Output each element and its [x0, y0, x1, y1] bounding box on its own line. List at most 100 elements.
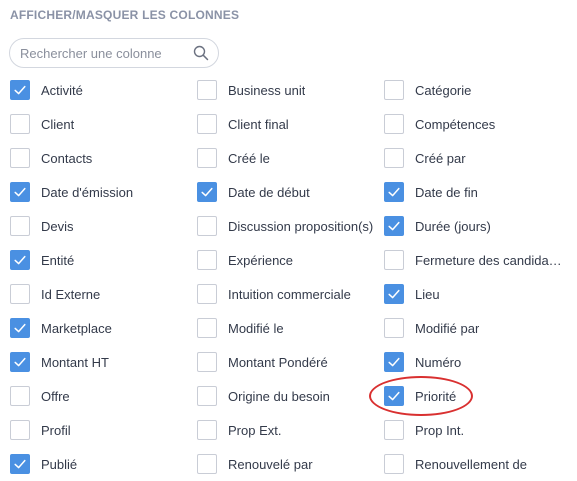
column-option-business-unit[interactable]: Business unit: [197, 78, 305, 102]
search-icon[interactable]: [193, 45, 209, 61]
column-option-date-de-fin[interactable]: Date de fin: [384, 180, 478, 204]
checkbox[interactable]: [384, 420, 404, 440]
checkbox-label: Montant HT: [41, 354, 109, 370]
checkbox-label: Date de fin: [415, 184, 478, 200]
checkbox[interactable]: [10, 352, 30, 372]
checkbox[interactable]: [197, 352, 217, 372]
checkbox[interactable]: [197, 284, 217, 304]
checkbox[interactable]: [10, 250, 30, 270]
column-option-lieu[interactable]: Lieu: [384, 282, 440, 306]
column-option-origine-du-besoin[interactable]: Origine du besoin: [197, 384, 330, 408]
checkbox[interactable]: [384, 182, 404, 202]
column-option-duree-jours[interactable]: Durée (jours): [384, 214, 491, 238]
checkbox[interactable]: [10, 386, 30, 406]
checkbox[interactable]: [10, 114, 30, 134]
checkbox[interactable]: [197, 80, 217, 100]
column-option-client[interactable]: Client: [10, 112, 74, 136]
column-option-modifie-par[interactable]: Modifié par: [384, 316, 479, 340]
checkbox[interactable]: [384, 216, 404, 236]
column-option-id-externe[interactable]: Id Externe: [10, 282, 100, 306]
column-option-date-de-debut[interactable]: Date de début: [197, 180, 310, 204]
column-option-client-final[interactable]: Client final: [197, 112, 289, 136]
checkbox[interactable]: [10, 454, 30, 474]
check-icon: [14, 85, 26, 95]
column-option-cree-le[interactable]: Créé le: [197, 146, 270, 170]
checkbox-label: Publié: [41, 456, 78, 472]
checkbox[interactable]: [197, 420, 217, 440]
checkbox[interactable]: [197, 318, 217, 338]
column-option-prop-ext[interactable]: Prop Ext.: [197, 418, 281, 442]
column-option-intuition-commerciale[interactable]: Intuition commerciale: [197, 282, 351, 306]
checkbox[interactable]: [197, 250, 217, 270]
checkbox-label: Modifié le: [228, 320, 284, 336]
check-icon: [388, 187, 400, 197]
checkbox[interactable]: [10, 216, 30, 236]
checkbox[interactable]: [197, 148, 217, 168]
column-option-modifie-le[interactable]: Modifié le: [197, 316, 284, 340]
column-option-marketplace[interactable]: Marketplace: [10, 316, 112, 340]
column-option-profil[interactable]: Profil: [10, 418, 71, 442]
check-icon: [201, 187, 213, 197]
checkbox[interactable]: [384, 352, 404, 372]
column-option-offre[interactable]: Offre: [10, 384, 70, 408]
check-icon: [14, 459, 26, 469]
checkbox[interactable]: [384, 318, 404, 338]
checkbox-label: Date de début: [228, 184, 310, 200]
checkbox[interactable]: [384, 114, 404, 134]
checkbox-label: Contacts: [41, 150, 93, 166]
checkbox-label: Durée (jours): [415, 218, 491, 234]
column-option-contacts[interactable]: Contacts: [10, 146, 92, 170]
checkbox-label: Id Externe: [41, 286, 101, 302]
column-option-priorite[interactable]: Priorité: [384, 384, 456, 408]
column-option-categorie[interactable]: Catégorie: [384, 78, 471, 102]
column-option-cree-par[interactable]: Créé par: [384, 146, 466, 170]
column-option-experience[interactable]: Expérience: [197, 248, 293, 272]
checkbox[interactable]: [10, 284, 30, 304]
column-option-publie[interactable]: Publié: [10, 452, 77, 476]
checkbox[interactable]: [384, 454, 404, 474]
checkbox-label: Business unit: [228, 82, 306, 98]
checkbox[interactable]: [197, 454, 217, 474]
column-option-renouvele-par[interactable]: Renouvelé par: [197, 452, 313, 476]
checkbox[interactable]: [197, 386, 217, 406]
column-option-activite[interactable]: Activité: [10, 78, 83, 102]
checkbox-label: Modifié par: [415, 320, 480, 336]
checkbox[interactable]: [10, 318, 30, 338]
checkbox[interactable]: [10, 148, 30, 168]
checkbox[interactable]: [384, 284, 404, 304]
checkbox-label: Offre: [41, 388, 70, 404]
checkbox[interactable]: [10, 420, 30, 440]
checkbox-label: Client: [41, 116, 75, 132]
checkbox-label: Montant Pondéré: [228, 354, 328, 370]
checkbox-label: Priorité: [415, 388, 457, 404]
checkbox-label: Créé par: [415, 150, 466, 166]
column-option-montant-ht[interactable]: Montant HT: [10, 350, 109, 374]
checkbox-label: Renouvelé par: [228, 456, 313, 472]
checkbox-label: Discussion proposition(s): [228, 218, 374, 234]
column-option-renouvellement-de[interactable]: Renouvellement de: [384, 452, 527, 476]
column-option-prop-int[interactable]: Prop Int.: [384, 418, 464, 442]
search-box[interactable]: [9, 38, 219, 68]
checkbox[interactable]: [197, 182, 217, 202]
checkbox[interactable]: [384, 386, 404, 406]
column-option-montant-pondere[interactable]: Montant Pondéré: [197, 350, 328, 374]
checkbox[interactable]: [197, 114, 217, 134]
check-icon: [14, 255, 26, 265]
search-input[interactable]: [20, 39, 185, 67]
checkbox[interactable]: [384, 80, 404, 100]
column-option-date-d-emission[interactable]: Date d'émission: [10, 180, 133, 204]
column-option-discussion-proposition-s[interactable]: Discussion proposition(s): [197, 214, 373, 238]
column-option-competences[interactable]: Compétences: [384, 112, 495, 136]
checkbox[interactable]: [384, 148, 404, 168]
column-option-devis[interactable]: Devis: [10, 214, 74, 238]
checkbox[interactable]: [384, 250, 404, 270]
check-icon: [388, 357, 400, 367]
checkbox-label: Lieu: [415, 286, 440, 302]
column-option-fermeture-des-candida[interactable]: Fermeture des candida…: [384, 248, 562, 272]
checkbox-label: Expérience: [228, 252, 294, 268]
column-option-numero[interactable]: Numéro: [384, 350, 461, 374]
checkbox[interactable]: [10, 182, 30, 202]
checkbox[interactable]: [10, 80, 30, 100]
checkbox[interactable]: [197, 216, 217, 236]
column-option-entite[interactable]: Entité: [10, 248, 74, 272]
